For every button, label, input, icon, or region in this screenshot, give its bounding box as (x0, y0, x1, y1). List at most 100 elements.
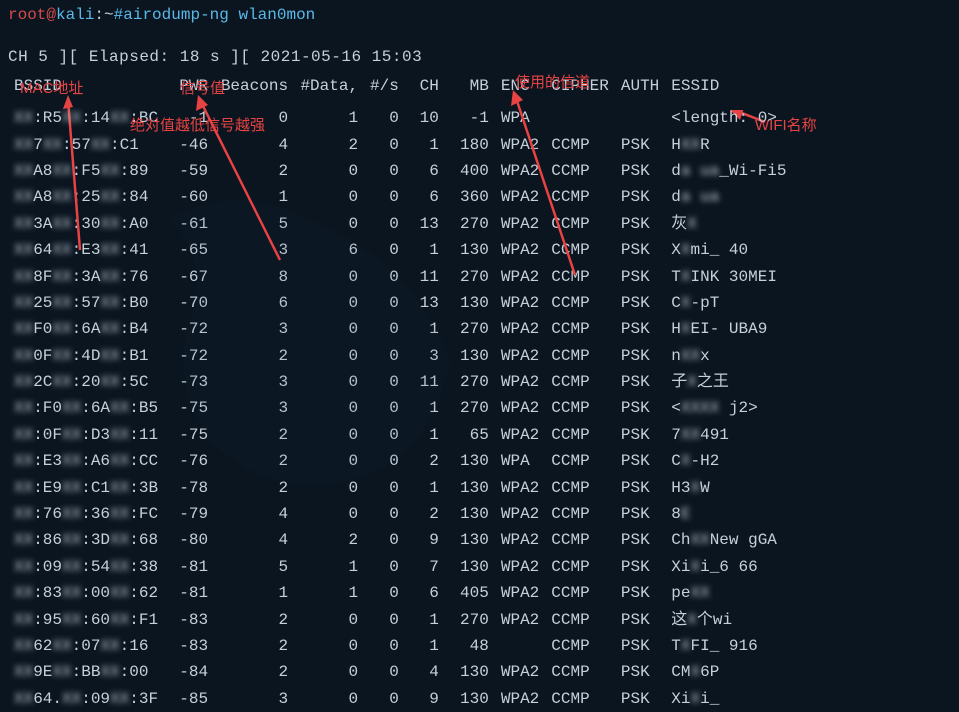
cell-cipher: CCMP (545, 686, 615, 712)
cell-bssid: XX:E3XX:A6XX:CC (8, 448, 164, 474)
cell-data: 1 (294, 554, 364, 580)
cell-mb: 360 (445, 184, 495, 210)
cell-enc: WPA2 (495, 395, 545, 421)
cell-cipher: CCMP (545, 659, 615, 685)
cell-bssid: XX64.XX:09XX:3F (8, 686, 164, 712)
cell-auth: PSK (615, 475, 665, 501)
cell-beacons: 2 (214, 158, 294, 184)
hdr-pwr: PWR (164, 73, 214, 99)
hdr-essid: ESSID (665, 73, 792, 99)
cell-auth: PSK (615, 659, 665, 685)
cell-beacons: 8 (214, 264, 294, 290)
cell-essid: 7XX491 (665, 422, 792, 448)
cell-beacons: 4 (214, 132, 294, 158)
cell-ps: 0 (364, 607, 405, 633)
cell-auth: PSK (615, 527, 665, 553)
cell-data: 0 (294, 633, 364, 659)
cell-data: 0 (294, 607, 364, 633)
cell-pwr: -1 (164, 105, 214, 131)
cell-cipher: CCMP (545, 395, 615, 421)
cell-essid: 灰X (665, 211, 792, 237)
cell-pwr: -61 (164, 211, 214, 237)
hdr-enc: ENC (495, 73, 545, 99)
cell-mb: 400 (445, 158, 495, 184)
cell-ch: 1 (405, 633, 445, 659)
cell-mb: 65 (445, 422, 495, 448)
cell-auth: PSK (615, 607, 665, 633)
table-row: XX:95XX:60XX:F1 -83 2 0 0 1 270 WPA2 CCM… (8, 607, 793, 633)
cell-ps: 0 (364, 527, 405, 553)
cell-ps: 0 (364, 659, 405, 685)
prompt-user: root (8, 6, 46, 24)
cell-ps: 0 (364, 422, 405, 448)
cell-cipher: CCMP (545, 343, 615, 369)
cell-ch: 2 (405, 501, 445, 527)
cell-pwr: -83 (164, 607, 214, 633)
cell-pwr: -59 (164, 158, 214, 184)
cell-pwr: -67 (164, 264, 214, 290)
cell-auth: PSK (615, 290, 665, 316)
cell-ch: 2 (405, 448, 445, 474)
cell-ch: 1 (405, 607, 445, 633)
cell-enc: WPA2 (495, 554, 545, 580)
cell-pwr: -81 (164, 580, 214, 606)
cell-ch: 9 (405, 527, 445, 553)
cell-auth: PSK (615, 448, 665, 474)
cell-ps: 0 (364, 211, 405, 237)
cell-beacons: 2 (214, 607, 294, 633)
cell-cipher: CCMP (545, 316, 615, 342)
cell-auth: PSK (615, 132, 665, 158)
cell-enc: WPA2 (495, 184, 545, 210)
cell-enc: WPA2 (495, 369, 545, 395)
cell-mb: 405 (445, 580, 495, 606)
cell-ch: 11 (405, 264, 445, 290)
cell-data: 0 (294, 158, 364, 184)
cell-ps: 0 (364, 264, 405, 290)
cell-beacons: 3 (214, 395, 294, 421)
cell-essid: ChXXNew gGA (665, 527, 792, 553)
cell-ch: 13 (405, 211, 445, 237)
cell-beacons: 5 (214, 211, 294, 237)
cell-pwr: -76 (164, 448, 214, 474)
cell-pwr: -46 (164, 132, 214, 158)
cell-pwr: -80 (164, 527, 214, 553)
cell-ps: 0 (364, 105, 405, 131)
cell-auth: PSK (615, 264, 665, 290)
cell-ch: 10 (405, 105, 445, 131)
hdr-cipher: CIPHER (545, 73, 615, 99)
cell-bssid: XX62XX:07XX:16 (8, 633, 164, 659)
cell-auth (615, 105, 665, 131)
cell-bssid: XX:0FXX:D3XX:11 (8, 422, 164, 448)
hdr-beacons: Beacons (214, 73, 294, 99)
cell-data: 0 (294, 686, 364, 712)
table-row: XX:R5XX:14XX:BC -1 0 1 0 10 -1 WPA <leng… (8, 105, 793, 131)
cell-ch: 1 (405, 422, 445, 448)
cell-mb: 130 (445, 475, 495, 501)
cell-data: 0 (294, 475, 364, 501)
cell-pwr: -81 (164, 554, 214, 580)
cell-beacons: 1 (214, 184, 294, 210)
cell-ps: 0 (364, 395, 405, 421)
cell-cipher: CCMP (545, 290, 615, 316)
table-row: XX:E9XX:C1XX:3B -78 2 0 0 1 130 WPA2 CCM… (8, 475, 793, 501)
cell-essid: TXFI_ 916 (665, 633, 792, 659)
cell-data: 1 (294, 105, 364, 131)
cell-beacons: 3 (214, 316, 294, 342)
cell-ps: 0 (364, 633, 405, 659)
cell-beacons: 6 (214, 290, 294, 316)
cell-data: 0 (294, 422, 364, 448)
table-row: XX:09XX:54XX:38 -81 5 1 0 7 130 WPA2 CCM… (8, 554, 793, 580)
cell-essid: XiXi_ (665, 686, 792, 712)
cell-auth: PSK (615, 633, 665, 659)
cell-bssid: XX:95XX:60XX:F1 (8, 607, 164, 633)
cell-cipher: CCMP (545, 554, 615, 580)
cell-mb: 270 (445, 607, 495, 633)
cell-ch: 1 (405, 475, 445, 501)
table-row: XX:E3XX:A6XX:CC -76 2 0 0 2 130 WPA CCMP… (8, 448, 793, 474)
cell-cipher: CCMP (545, 369, 615, 395)
cell-cipher: CCMP (545, 633, 615, 659)
cell-mb: 130 (445, 448, 495, 474)
cell-essid: da ua (665, 184, 792, 210)
cell-mb: 130 (445, 343, 495, 369)
cell-cipher: CCMP (545, 501, 615, 527)
